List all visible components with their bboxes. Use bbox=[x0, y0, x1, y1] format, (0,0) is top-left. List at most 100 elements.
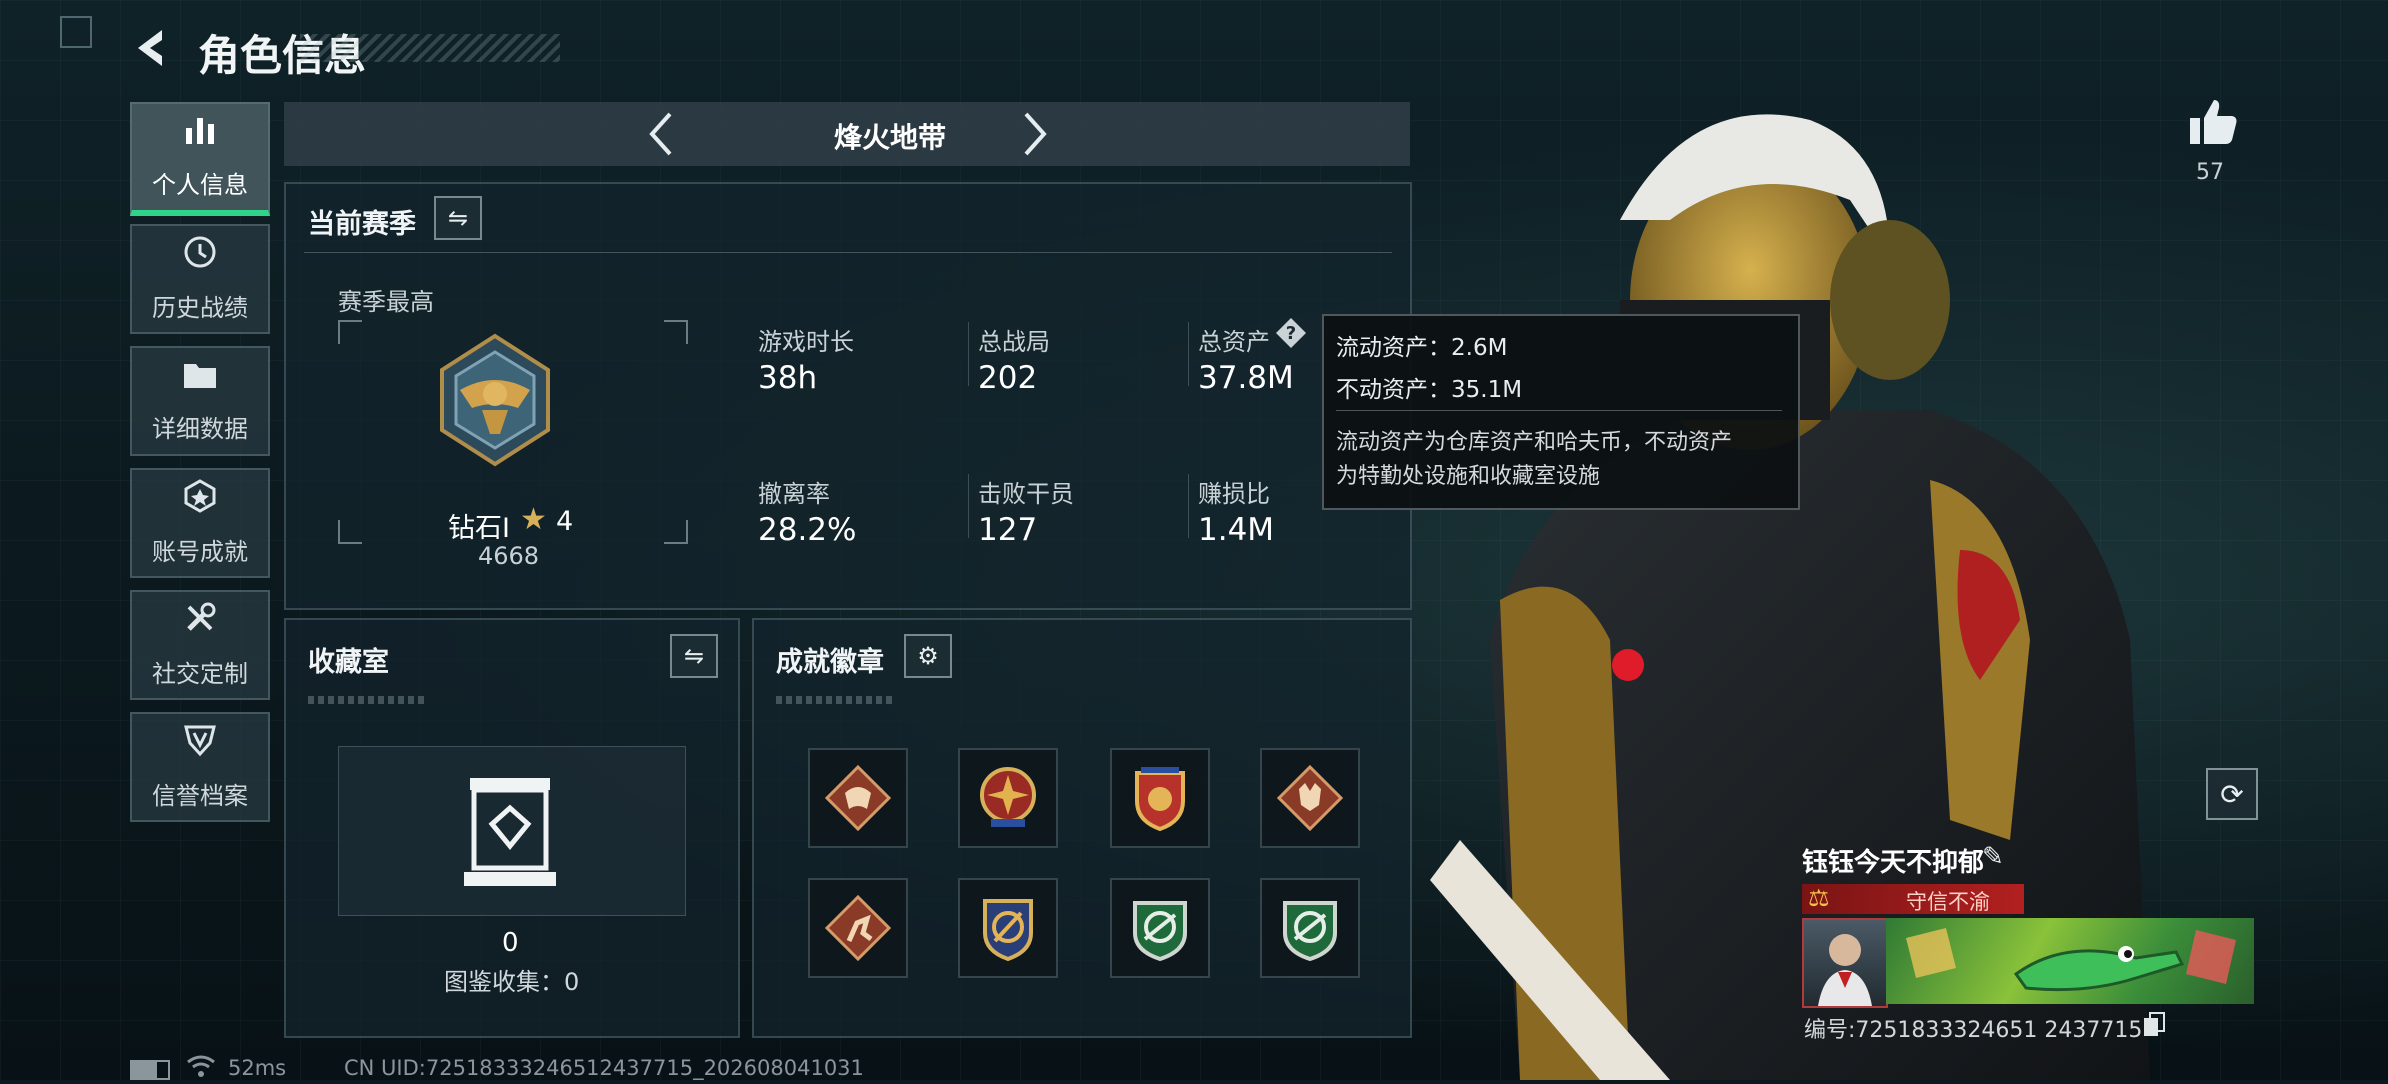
shield-badge-icon bbox=[1135, 767, 1185, 832]
frame-corner bbox=[338, 520, 362, 544]
achievement-badge[interactable] bbox=[808, 748, 908, 848]
assets-help-button[interactable]: ? bbox=[1274, 316, 1308, 350]
edit-name-button[interactable]: ✎ bbox=[1982, 842, 2004, 872]
copy-icon bbox=[2144, 1012, 2165, 1036]
sidebar-item-social[interactable]: 社交定制 bbox=[130, 590, 270, 700]
back-arrow-icon bbox=[138, 30, 162, 66]
achievements-settings-button[interactable]: ⚙ bbox=[904, 634, 952, 678]
gear-icon: ⚙ bbox=[917, 642, 939, 670]
stat-value-matches: 202 bbox=[978, 360, 1038, 396]
sidebar-item-label: 历史战绩 bbox=[152, 294, 248, 322]
tooltip-fixed-assets: 不动资产：35.1M bbox=[1336, 377, 1523, 403]
title-hatch bbox=[300, 34, 560, 62]
pencil-icon: ✎ bbox=[1982, 842, 2004, 872]
stat-label-kills: 击败干员 bbox=[978, 480, 1074, 508]
sidebar-item-label: 信誉档案 bbox=[152, 782, 248, 810]
refresh-icon: ⟳ bbox=[2220, 777, 2244, 811]
sidebar-item-label: 社交定制 bbox=[152, 660, 248, 688]
avatar[interactable] bbox=[1802, 918, 1888, 1008]
season-peak-label: 赛季最高 bbox=[338, 288, 434, 316]
collection-progress: 图鉴收集：0 bbox=[444, 968, 580, 996]
player-id: 编号:7251833324651 2437715 bbox=[1804, 1018, 2143, 1043]
sidebar-item-personal-info[interactable]: 个人信息 bbox=[130, 102, 270, 216]
mode-prev-button[interactable] bbox=[640, 108, 684, 160]
crocodile-banner-icon bbox=[1906, 928, 2236, 992]
season-switch-button[interactable]: ⇋ bbox=[434, 196, 482, 240]
achievement-icon bbox=[183, 479, 217, 522]
collection-count: 0 bbox=[502, 928, 519, 958]
achievement-badge[interactable] bbox=[1260, 748, 1360, 848]
sidebar-item-detailed-data[interactable]: 详细数据 bbox=[130, 346, 270, 456]
folder-icon bbox=[182, 359, 218, 399]
like-button[interactable] bbox=[2186, 96, 2240, 150]
sidebar-item-label: 账号成就 bbox=[152, 538, 248, 566]
rank-emblem-icon bbox=[430, 330, 560, 470]
wifi-icon bbox=[186, 1054, 216, 1082]
ping-value: 52ms bbox=[228, 1056, 287, 1080]
tooltip-liquid-assets: 流动资产：2.6M bbox=[1336, 335, 1508, 361]
display-case-icon bbox=[462, 772, 558, 890]
tooltip-description-line2: 为特勤处设施和收藏室设施 bbox=[1336, 464, 1601, 489]
cross-shield-badge-icon bbox=[980, 767, 1036, 827]
back-button[interactable] bbox=[128, 24, 176, 72]
rotate-model-button[interactable]: ⟳ bbox=[2206, 768, 2258, 820]
swap-icon: ⇋ bbox=[683, 642, 705, 670]
stat-column-divider bbox=[968, 322, 969, 386]
achievement-badge[interactable] bbox=[808, 878, 908, 978]
mode-label: 烽火地带 bbox=[833, 121, 946, 154]
tools-icon bbox=[183, 601, 217, 644]
question-icon: ? bbox=[1276, 318, 1306, 348]
season-title: 当前赛季 bbox=[308, 209, 416, 240]
name-card-banner[interactable] bbox=[1886, 918, 2254, 1004]
collection-switch-button[interactable]: ⇋ bbox=[670, 634, 718, 678]
compass-badge-icon bbox=[983, 899, 1033, 962]
sidebar-item-history[interactable]: 历史战绩 bbox=[130, 224, 270, 334]
stat-value-playtime: 38h bbox=[758, 360, 818, 396]
stat-column-divider bbox=[1188, 474, 1189, 538]
rank-score: 4668 bbox=[478, 542, 540, 570]
stat-label-profit: 赚损比 bbox=[1198, 480, 1270, 508]
stat-value-assets: 37.8M bbox=[1198, 360, 1294, 396]
achievements-title: 成就徽章 bbox=[776, 647, 884, 678]
green-rifle-badge-icon bbox=[1283, 901, 1337, 962]
season-divider bbox=[304, 252, 1392, 253]
stat-label-assets: 总资产 bbox=[1198, 328, 1270, 356]
uid-text: CN UID:72518333246512437715_202608041031 bbox=[344, 1056, 864, 1080]
wolf-badge-icon bbox=[1276, 764, 1344, 832]
frame-corner bbox=[664, 520, 688, 544]
shield-icon bbox=[183, 723, 217, 766]
bar-chart-icon bbox=[183, 114, 217, 155]
stat-label-playtime: 游戏时长 bbox=[758, 328, 854, 356]
tooltip-description-line1: 流动资产为仓库资产和哈夫币，不动资产 bbox=[1336, 430, 1733, 455]
sidebar-item-label: 详细数据 bbox=[152, 414, 248, 443]
svg-text:?: ? bbox=[1286, 323, 1296, 344]
stat-value-kills: 127 bbox=[978, 512, 1038, 548]
sidebar-item-label: 个人信息 bbox=[152, 171, 248, 199]
mode-next-button[interactable] bbox=[1012, 108, 1056, 160]
chevron-right-icon bbox=[1024, 112, 1047, 156]
stat-value-extraction: 28.2% bbox=[758, 512, 857, 548]
achievement-badge[interactable] bbox=[1110, 748, 1210, 848]
achievement-badge[interactable] bbox=[1260, 878, 1360, 978]
stat-column-divider bbox=[968, 474, 969, 538]
achievement-badge[interactable] bbox=[958, 878, 1058, 978]
avatar-portrait-icon bbox=[1818, 934, 1872, 1006]
corner-square-icon bbox=[60, 16, 92, 48]
sidebar-item-reputation[interactable]: 信誉档案 bbox=[130, 712, 270, 822]
honor-title: 守信不渝 bbox=[1906, 890, 1990, 914]
achievement-badge[interactable] bbox=[958, 748, 1058, 848]
star-icon: ★ bbox=[520, 502, 547, 537]
collection-title: 收藏室 bbox=[308, 647, 389, 678]
tooltip-divider bbox=[1336, 410, 1782, 411]
achievement-badge[interactable] bbox=[1110, 878, 1210, 978]
stat-value-profit: 1.4M bbox=[1198, 512, 1275, 548]
green-rifle-badge-icon bbox=[1133, 901, 1187, 962]
rank-name: 钻石Ⅰ bbox=[448, 513, 510, 544]
swap-icon: ⇋ bbox=[447, 204, 469, 232]
stat-label-extraction: 撤离率 bbox=[758, 480, 830, 508]
honor-scale-icon: ⚖ bbox=[1808, 884, 1830, 912]
copy-id-button[interactable] bbox=[2142, 1012, 2166, 1038]
battery-icon bbox=[130, 1060, 170, 1080]
sidebar-item-achievements[interactable]: 账号成就 bbox=[130, 468, 270, 578]
frame-corner bbox=[664, 320, 688, 344]
